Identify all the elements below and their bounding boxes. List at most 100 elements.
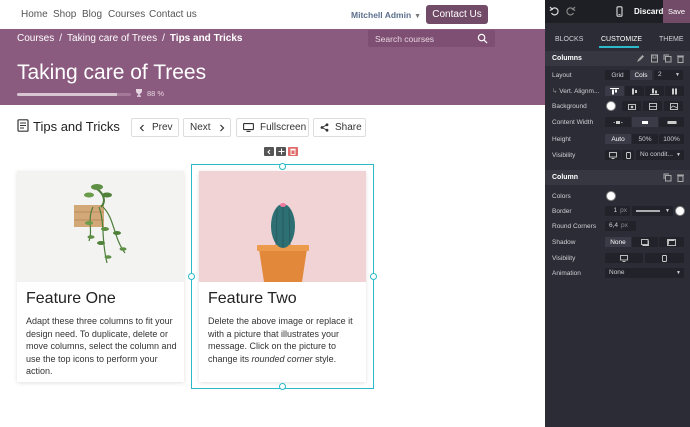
course-progress-bar: [17, 93, 131, 96]
resize-handle-bottom[interactable]: [279, 383, 286, 390]
caret-down-icon: ▼: [414, 13, 422, 20]
content-width-regular[interactable]: [632, 117, 658, 127]
redo-icon[interactable]: [565, 6, 576, 17]
column-visibility-mobile[interactable]: [645, 253, 684, 263]
shadow-inset-option[interactable]: [659, 237, 684, 247]
caret-down-icon: ▼: [676, 270, 681, 276]
mobile-preview-icon[interactable]: [614, 6, 625, 17]
align-stretch-icon: [672, 88, 677, 94]
round-corners-input[interactable]: 6,4 px: [605, 221, 636, 231]
duplicate-icon[interactable]: [663, 173, 672, 182]
background-image-option[interactable]: [622, 101, 641, 111]
contact-us-button[interactable]: Contact Us: [426, 5, 488, 24]
align-middle-option[interactable]: [625, 86, 644, 96]
align-bottom-option[interactable]: [645, 86, 664, 96]
search-courses-input[interactable]: Search courses: [368, 30, 495, 47]
chevron-right-icon: [219, 124, 224, 131]
camera-icon: [627, 103, 636, 110]
breadcrumb-separator: /: [59, 33, 63, 44]
delete-icon[interactable]: [288, 147, 298, 156]
border-width-input[interactable]: 1 px: [605, 206, 630, 216]
background-pattern-option[interactable]: [643, 101, 662, 111]
search-placeholder: Search courses: [375, 34, 435, 44]
cols-count-value: 2: [658, 71, 662, 78]
content-width-full[interactable]: [659, 117, 684, 127]
breadcrumb-courses[interactable]: Courses: [17, 33, 54, 44]
resize-handle-right[interactable]: [370, 273, 377, 280]
trash-icon[interactable]: [676, 173, 685, 182]
height-label: Height: [552, 136, 571, 143]
mobile-icon: [662, 254, 667, 262]
tab-theme[interactable]: THEME: [659, 36, 684, 43]
columns-section-header: Columns: [545, 51, 690, 66]
round-corners-label: Round Corners: [552, 223, 597, 230]
border-style-select[interactable]: ▼: [632, 206, 673, 216]
animation-select[interactable]: None ▼: [605, 268, 684, 278]
nav-home-link[interactable]: Home: [21, 9, 48, 20]
user-menu[interactable]: Mitchell Admin ▼: [351, 10, 421, 20]
border-label: Border: [552, 208, 572, 215]
align-top-option[interactable]: [605, 86, 624, 96]
share-button[interactable]: Share: [313, 118, 366, 137]
nav-courses-link[interactable]: Courses: [108, 9, 145, 20]
prev-button[interactable]: Prev: [131, 118, 179, 137]
height-100-option[interactable]: 100%: [659, 134, 684, 144]
border-unit: px: [620, 207, 627, 214]
breadcrumb: Courses / Taking care of Trees / Tips and Tr…: [17, 33, 242, 44]
visibility-mobile-option[interactable]: [622, 150, 634, 160]
breadcrumb-course[interactable]: Taking care of Trees: [67, 33, 157, 44]
next-button[interactable]: Next: [183, 118, 231, 137]
nav-contact-link[interactable]: Contact us: [149, 9, 197, 20]
tab-blocks[interactable]: BLOCKS: [555, 36, 583, 43]
resize-handle-top[interactable]: [279, 163, 286, 170]
content-width-narrow[interactable]: [605, 117, 631, 127]
user-name: Mitchell Admin: [351, 10, 412, 20]
height-50-option[interactable]: 50%: [632, 134, 658, 144]
resize-handle-left[interactable]: [188, 273, 195, 280]
section-title: Column: [552, 174, 579, 181]
hanging-plant-image[interactable]: [17, 171, 184, 282]
plant-illustration: [17, 171, 184, 282]
shadow-outset-option[interactable]: [632, 237, 658, 247]
background-label: Background: [552, 103, 587, 110]
width-regular-icon: [642, 120, 648, 124]
document-icon: [17, 119, 29, 132]
solid-line-icon: [636, 210, 660, 212]
brush-icon[interactable]: [636, 54, 645, 63]
layout-cols-option[interactable]: Cols: [630, 70, 652, 80]
column-visibility-desktop[interactable]: [605, 253, 643, 263]
column-section-header: Column: [545, 170, 690, 185]
search-icon[interactable]: [477, 33, 488, 44]
cols-count-select[interactable]: 2 ▼: [654, 70, 683, 80]
breadcrumb-current: Tips and Tricks: [169, 33, 243, 44]
active-tab-indicator: [599, 46, 639, 48]
visibility-condition-select[interactable]: No condit... ▼: [636, 150, 684, 160]
move-handle-icon[interactable]: [276, 147, 286, 156]
fullscreen-button[interactable]: Fullscreen: [236, 118, 309, 137]
column-color-swatch[interactable]: [606, 191, 616, 201]
background-color-swatch[interactable]: [606, 101, 616, 111]
border-width-value: 1: [613, 207, 618, 214]
tab-customize[interactable]: CUSTOMIZE: [601, 36, 642, 43]
undo-icon[interactable]: [549, 6, 560, 17]
visibility-desktop-option[interactable]: [605, 150, 621, 160]
move-left-icon[interactable]: [264, 147, 274, 156]
top-navigation: Home Shop Blog Courses Contact us Mitche…: [0, 0, 545, 29]
trash-icon[interactable]: [676, 54, 685, 63]
feature-card[interactable]: Feature One Adapt these three columns to…: [17, 171, 184, 382]
save-block-icon[interactable]: [650, 54, 659, 63]
height-auto-option[interactable]: Auto: [605, 134, 631, 144]
nav-shop-link[interactable]: Shop: [53, 9, 76, 20]
nav-blog-link[interactable]: Blog: [82, 9, 102, 20]
duplicate-icon[interactable]: [663, 54, 672, 63]
course-header: Courses / Taking care of Trees / Tips and Tr…: [0, 29, 545, 105]
align-stretch-option[interactable]: [665, 86, 684, 96]
align-top-icon: [610, 87, 619, 94]
background-shape-option[interactable]: [664, 101, 683, 111]
layout-grid-option[interactable]: Grid: [605, 70, 630, 80]
border-color-swatch[interactable]: [675, 206, 685, 216]
discard-button[interactable]: Discard: [634, 7, 663, 16]
chevron-left-icon: [139, 124, 144, 131]
shadow-none-option[interactable]: None: [605, 237, 631, 247]
save-button[interactable]: Save: [663, 0, 690, 23]
